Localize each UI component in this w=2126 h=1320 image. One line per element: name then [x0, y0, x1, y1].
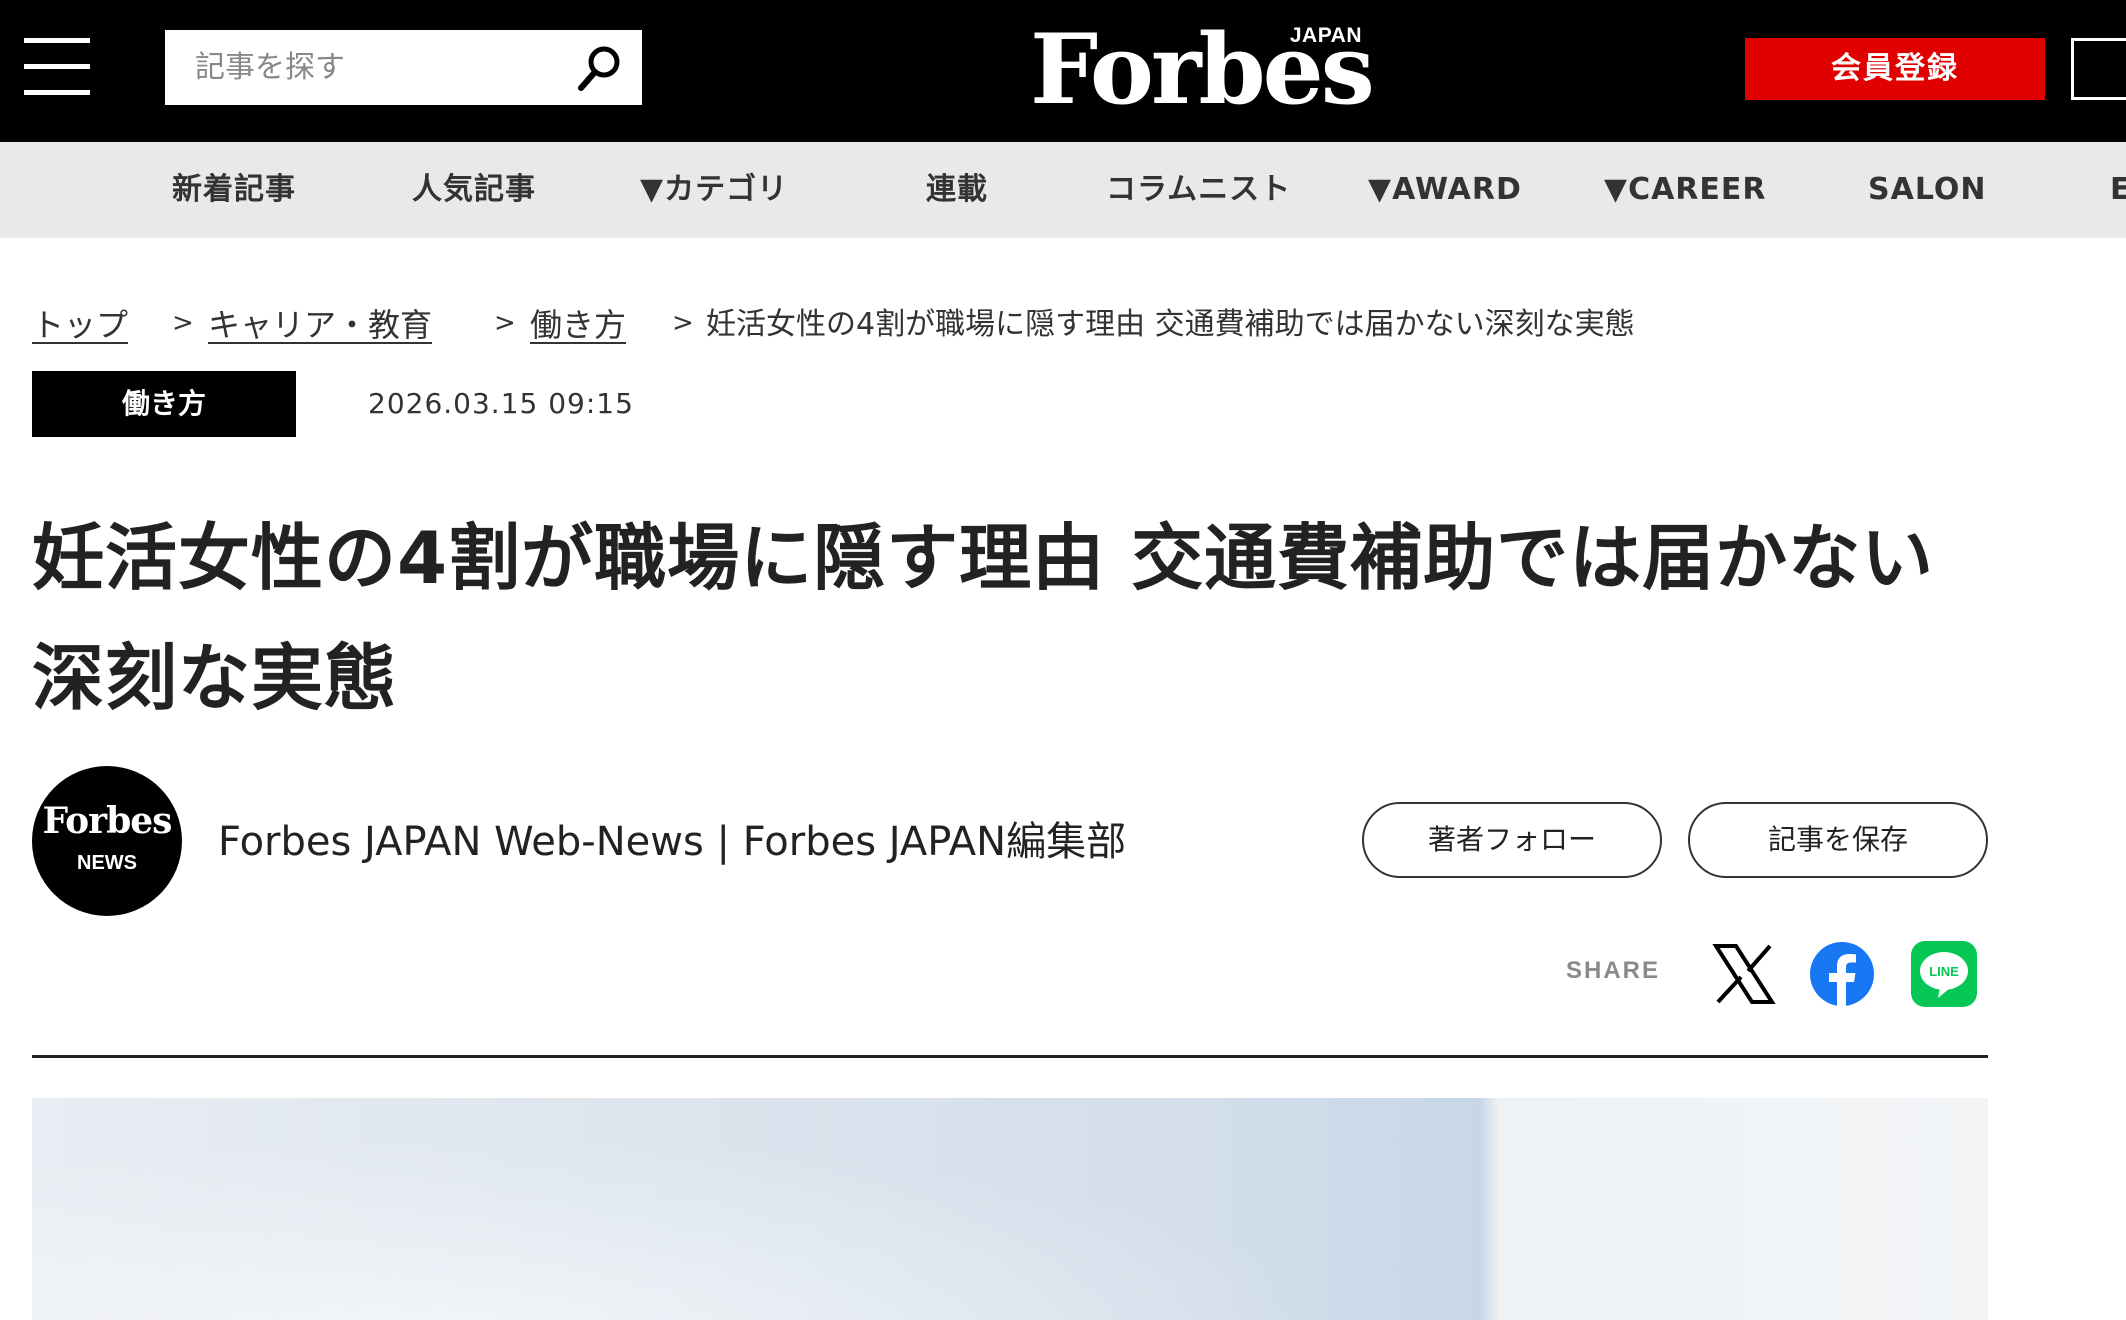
nav-salon[interactable]: SALON — [1868, 142, 1986, 238]
x-icon[interactable] — [1710, 940, 1778, 1008]
breadcrumb-separator: > — [672, 308, 694, 338]
save-article-button[interactable]: 記事を保存 — [1688, 802, 1988, 878]
facebook-icon[interactable] — [1808, 940, 1876, 1008]
breadcrumb-current: 妊活女性の4割が職場に隠す理由 交通費補助では届かない深刻な実態 — [706, 307, 1635, 342]
hero-image — [32, 1098, 1988, 1320]
site-header: Forbes JAPAN 会員登録 — [0, 0, 2126, 142]
publish-date: 2026.03.15 09:15 — [368, 387, 634, 420]
nav-career[interactable]: ▼CAREER — [1604, 142, 1767, 238]
follow-author-button[interactable]: 著者フォロー — [1362, 802, 1662, 878]
nav-category[interactable]: ▼カテゴリ — [640, 142, 788, 238]
avatar-logo: Forbes — [42, 800, 173, 842]
author-name[interactable]: Forbes JAPAN Web-News | Forbes JAPAN編集部 — [218, 814, 1126, 870]
breadcrumb-career[interactable]: キャリア・教育 — [208, 300, 432, 350]
search-input[interactable] — [165, 30, 565, 105]
nav-series[interactable]: 連載 — [926, 142, 988, 238]
breadcrumb-workstyle[interactable]: 働き方 — [530, 300, 626, 350]
login-button[interactable] — [2071, 38, 2126, 100]
line-icon-text: LINE — [1929, 964, 1959, 979]
breadcrumb-top[interactable]: トップ — [32, 300, 128, 350]
article-title: 妊活女性の4割が職場に隠す理由 交通費補助では届かない深刻な実態 — [32, 516, 1935, 720]
main-nav: 新着記事 人気記事 ▼カテゴリ 連載 コラムニスト ▼AWARD ▼CAREER… — [0, 142, 2126, 238]
nav-columnists[interactable]: コラムニスト — [1106, 142, 1291, 238]
avatar[interactable]: Forbes NEWS — [32, 766, 182, 916]
search-icon[interactable] — [574, 42, 626, 94]
share-label: SHARE — [1566, 957, 1661, 984]
forbes-logo[interactable]: Forbes JAPAN — [1030, 20, 1375, 120]
menu-icon[interactable] — [24, 38, 90, 95]
breadcrumb-separator: > — [494, 308, 516, 338]
nav-popular-articles[interactable]: 人気記事 — [412, 142, 536, 238]
divider — [32, 1055, 1988, 1058]
avatar-sub: NEWS — [77, 852, 137, 874]
nav-new-articles[interactable]: 新着記事 — [172, 142, 296, 238]
search-box — [165, 30, 642, 105]
nav-more[interactable]: E — [2110, 142, 2126, 238]
nav-award[interactable]: ▼AWARD — [1368, 142, 1522, 238]
logo-japan: JAPAN — [1289, 24, 1362, 47]
register-button[interactable]: 会員登録 — [1745, 38, 2045, 100]
line-icon[interactable]: LINE — [1910, 940, 1978, 1008]
breadcrumb-separator: > — [172, 308, 194, 338]
category-tag[interactable]: 働き方 — [32, 371, 296, 437]
